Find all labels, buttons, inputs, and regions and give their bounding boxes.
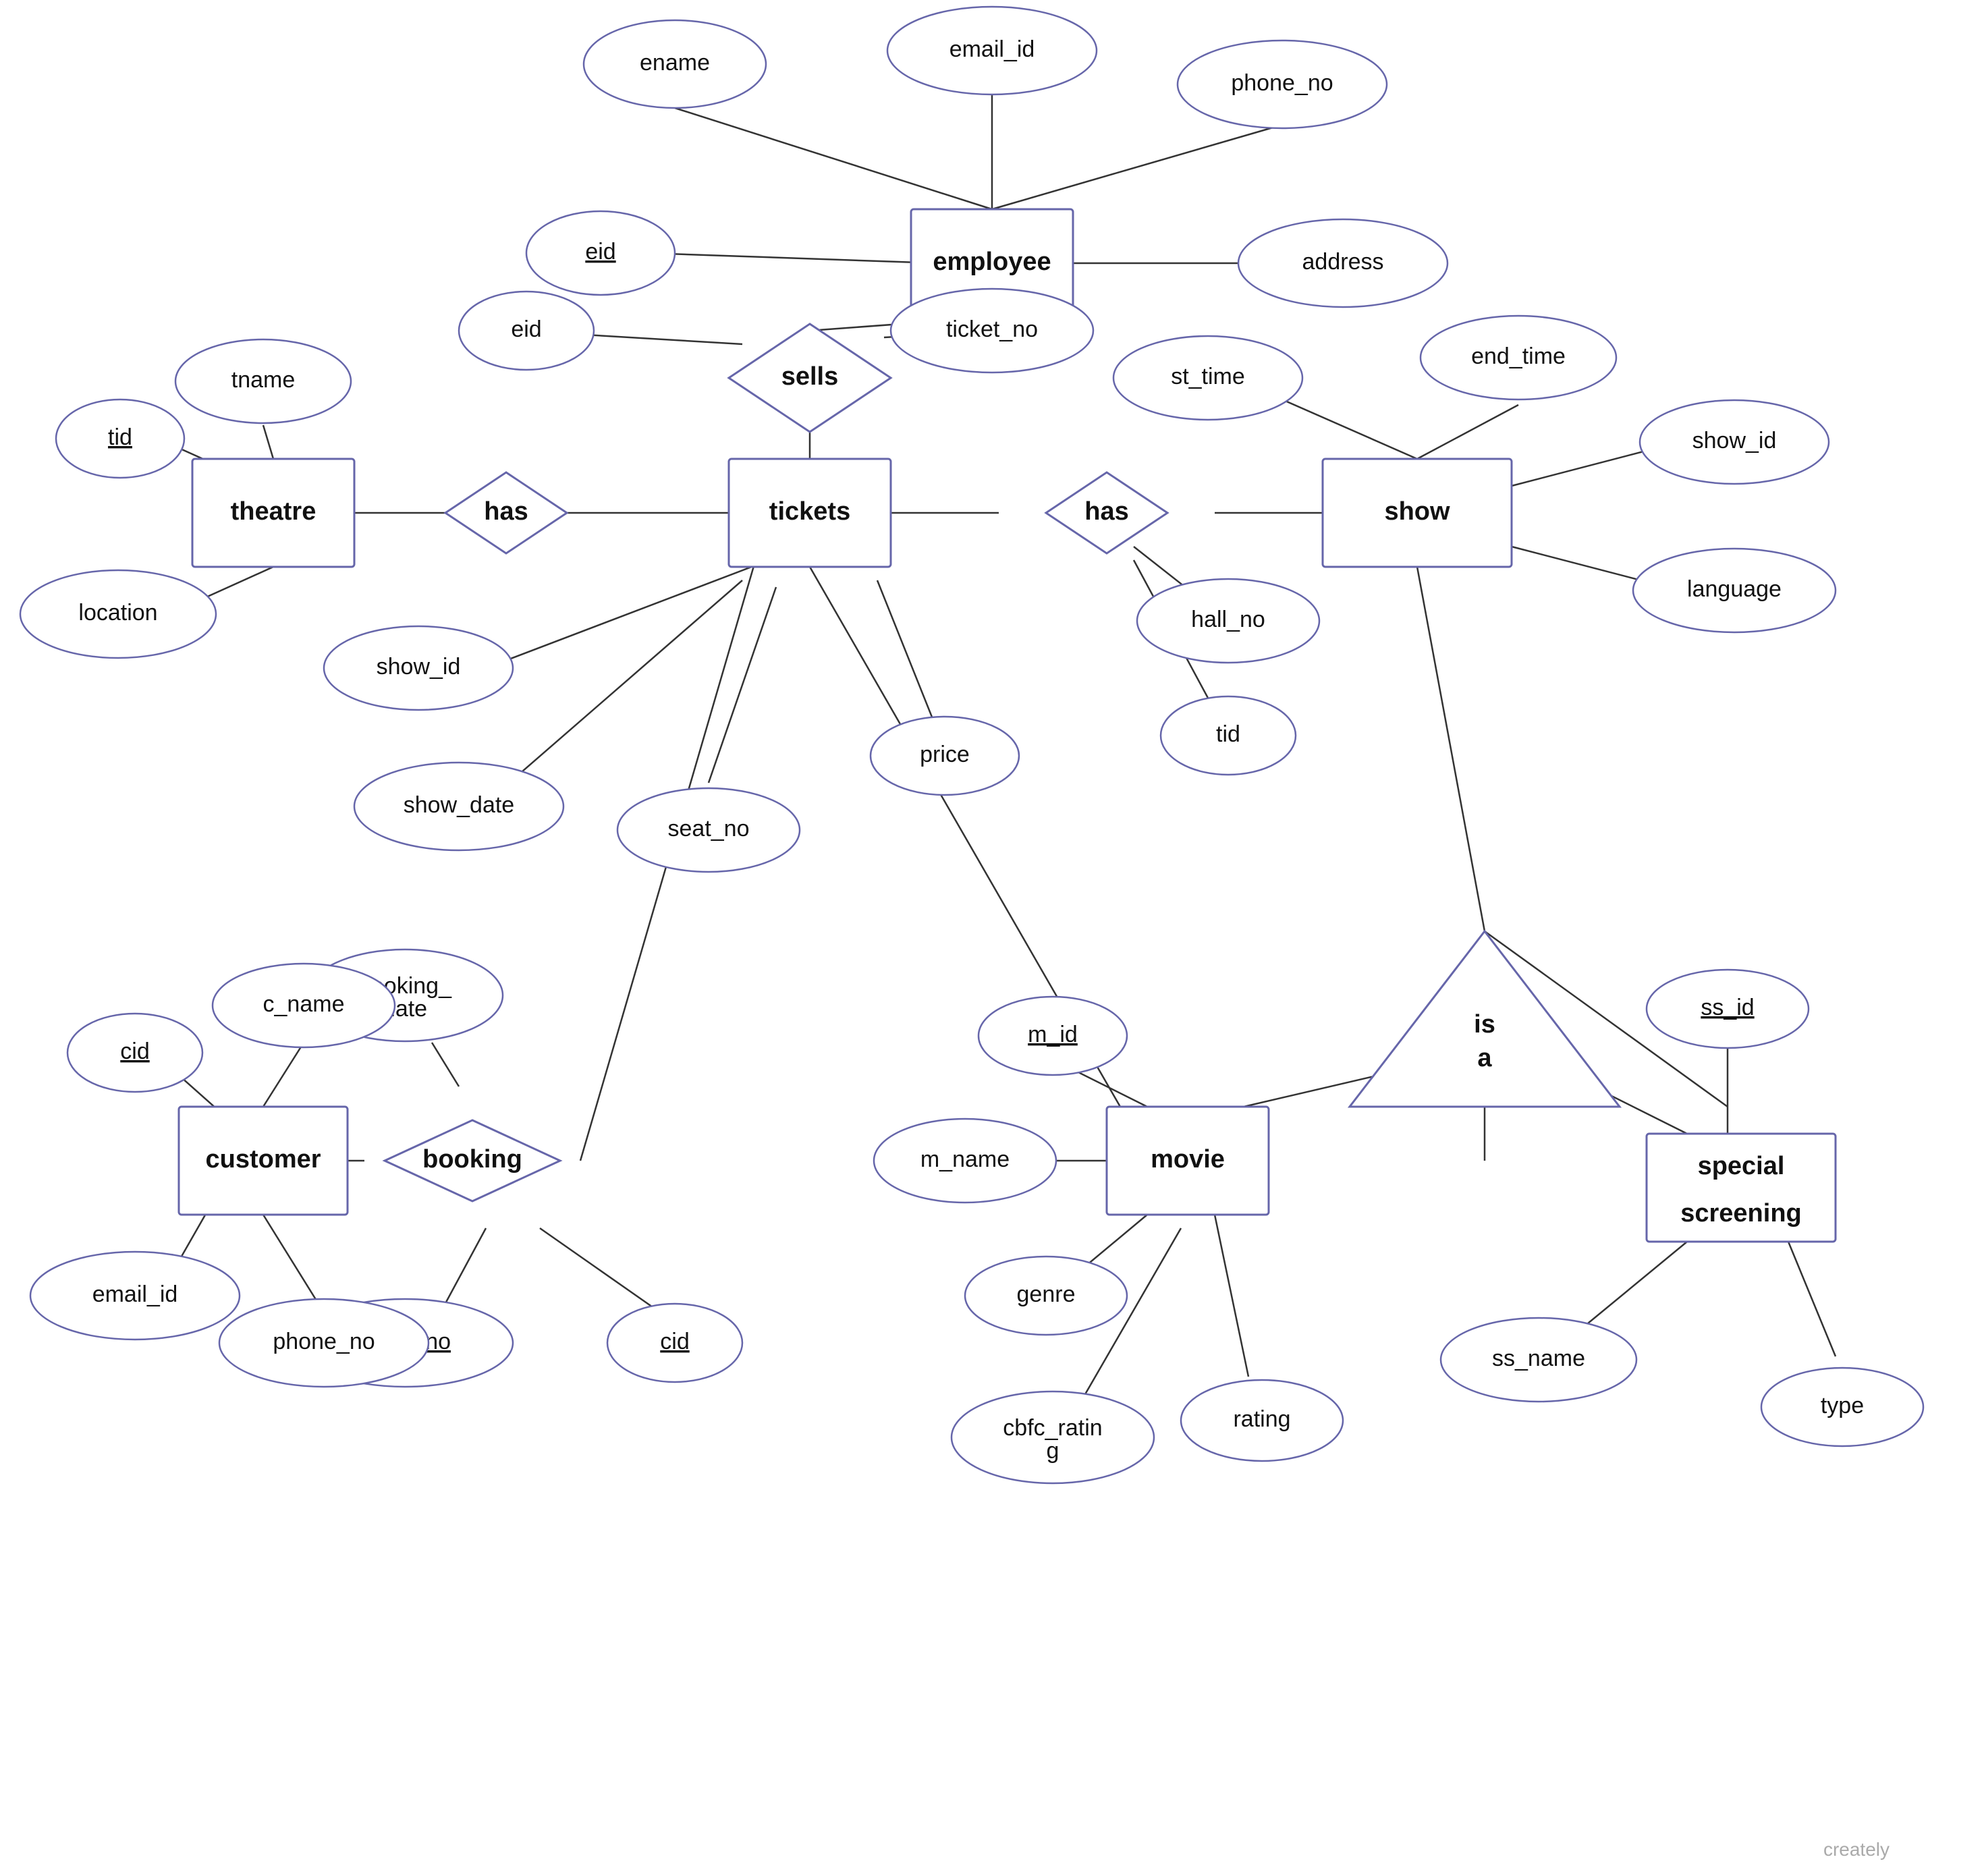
entity-tickets-label: tickets: [769, 497, 850, 526]
attr-phone-no-cust-label: phone_no: [273, 1329, 375, 1354]
entity-movie-label: movie: [1151, 1145, 1225, 1174]
attr-type-label: type: [1821, 1393, 1864, 1418]
attr-show-date-label: show_date: [404, 792, 514, 818]
attr-tid-show-label: tid: [1216, 721, 1240, 747]
relation-is-a-label2: a: [1477, 1044, 1492, 1072]
relation-booking-label: booking: [422, 1145, 522, 1174]
attr-ticket-no-sells-label: ticket_no: [946, 316, 1038, 342]
attr-cbfc-rating-label2: g: [1047, 1438, 1059, 1464]
entity-special-screening-label2: screening: [1680, 1199, 1802, 1227]
entity-special-screening-label: special: [1698, 1152, 1785, 1180]
attr-tid-label: tid: [108, 424, 132, 450]
entity-employee-label: employee: [933, 248, 1051, 276]
er-diagram: employee theatre tickets show customer m…: [0, 0, 1984, 1876]
attr-phone-no-emp-label: phone_no: [1231, 70, 1333, 96]
attr-price-label: price: [920, 742, 970, 767]
attr-cid-customer-label: cid: [120, 1039, 149, 1064]
entity-show-label: show: [1384, 497, 1450, 526]
attr-address-label: address: [1302, 249, 1384, 275]
attr-ename-label: ename: [640, 50, 710, 76]
attr-genre-label: genre: [1017, 1281, 1076, 1307]
attr-m-id-label: m_id: [1028, 1022, 1078, 1047]
relation-is-a-label: is: [1474, 1010, 1495, 1039]
attr-st-time-label: st_time: [1171, 364, 1245, 389]
entity-customer-label: customer: [205, 1145, 321, 1174]
watermark: creately: [1823, 1839, 1890, 1860]
attr-m-name-label: m_name: [920, 1147, 1010, 1172]
attr-location-label: location: [78, 600, 157, 626]
attr-end-time-label: end_time: [1471, 343, 1566, 369]
attr-language-label: language: [1687, 576, 1782, 602]
relation-sells-label: sells: [781, 362, 839, 391]
attr-tname-label: tname: [231, 367, 296, 393]
attr-ss-id-label: ss_id: [1701, 995, 1754, 1020]
attr-cbfc-rating-label: cbfc_ratin: [1003, 1415, 1102, 1441]
attr-ss-name-label: ss_name: [1492, 1346, 1585, 1371]
attr-c-name-label: c_name: [263, 991, 345, 1017]
attr-email-id-cust-label: email_id: [92, 1281, 178, 1307]
attr-eid-sells-label: eid: [511, 316, 541, 342]
attr-rating-label: rating: [1233, 1406, 1290, 1432]
relation-has-theatre-label: has: [484, 497, 528, 526]
attr-eid-emp-label: eid: [585, 239, 615, 265]
attr-show-id-label: show_id: [1692, 428, 1777, 453]
attr-show-id-has-label: show_id: [377, 654, 461, 680]
attr-cid-booking-label: cid: [660, 1329, 689, 1354]
attr-seat-no-label: seat_no: [668, 816, 750, 842]
entity-theatre-label: theatre: [231, 497, 316, 526]
relation-has-show-label: has: [1084, 497, 1128, 526]
attr-email-id-emp-label: email_id: [949, 36, 1035, 62]
attr-hall-no-label: hall_no: [1191, 607, 1265, 632]
